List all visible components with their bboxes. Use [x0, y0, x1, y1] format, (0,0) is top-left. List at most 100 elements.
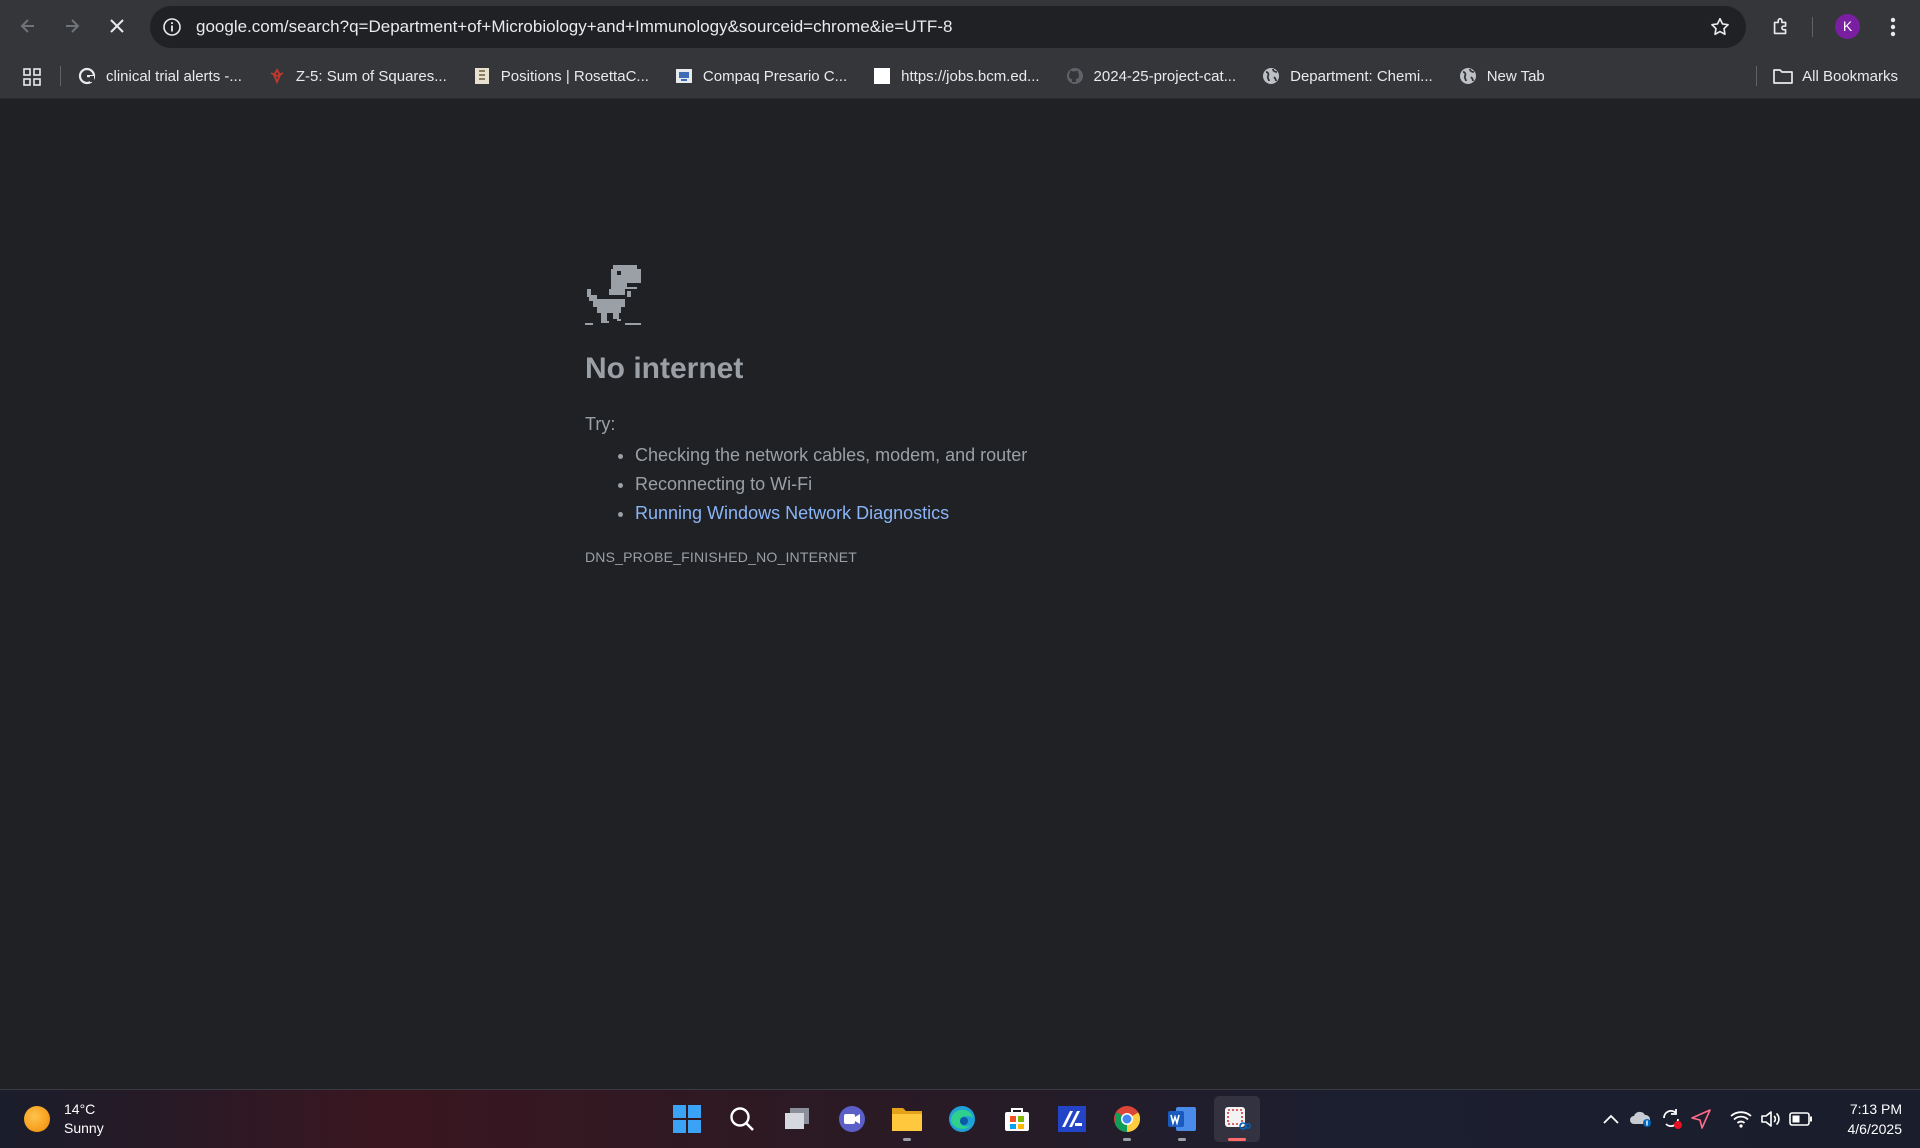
url-text[interactable]: google.com/search?q=Department+of+Microb… [196, 6, 952, 48]
system-tray [1598, 1106, 1818, 1132]
sun-icon [24, 1106, 50, 1132]
bookmark-item[interactable]: clinical trial alerts -... [78, 60, 252, 92]
windows-taskbar: 14°C Sunny 7:13 PM 4/6/2025 [0, 1089, 1920, 1148]
snipping-tool-button[interactable] [1214, 1096, 1260, 1142]
folder-icon [1773, 69, 1793, 84]
chrome-menu-button[interactable] [1880, 12, 1906, 42]
bookmarks-separator [1756, 66, 1757, 86]
bookmark-item[interactable]: New Tab [1459, 60, 1555, 92]
all-bookmarks-button[interactable]: All Bookmarks [1772, 60, 1898, 92]
running-indicator [903, 1138, 911, 1141]
suggestion-item: Reconnecting to Wi-Fi [635, 470, 1385, 499]
globe-icon [1262, 67, 1280, 85]
document-icon [675, 67, 693, 85]
arrow-left-icon [20, 19, 34, 33]
kebab-menu-icon [1890, 17, 1896, 37]
bookmarks-separator [60, 66, 61, 86]
globe-icon [1459, 67, 1477, 85]
cloud-icon [1630, 1111, 1651, 1127]
system-clock[interactable]: 7:13 PM 4/6/2025 [1848, 1099, 1903, 1139]
meet-button[interactable] [829, 1096, 875, 1142]
suggestion-item: Checking the network cables, modem, and … [635, 441, 1385, 470]
all-bookmarks-label: All Bookmarks [1802, 67, 1898, 85]
word-button[interactable] [1159, 1096, 1205, 1142]
profile-avatar[interactable]: K [1835, 14, 1860, 39]
offline-error-page: No internet Try: Checking the network ca… [585, 265, 1385, 565]
bookmark-item[interactable]: 2024-25-project-cat... [1066, 60, 1247, 92]
apps-grid-icon [23, 68, 41, 86]
extensions-button[interactable] [1766, 12, 1796, 42]
rosetta-icon [473, 67, 491, 85]
task-view-icon [785, 1108, 809, 1129]
chrome-button[interactable] [1104, 1096, 1150, 1142]
error-code: DNS_PROBE_FINISHED_NO_INTERNET [585, 549, 858, 565]
onedrive-tray-button[interactable] [1628, 1106, 1654, 1132]
bookmark-label: 2024-25-project-cat... [1093, 67, 1237, 85]
bookmark-item[interactable]: https://jobs.bcm.ed... [873, 60, 1049, 92]
error-title: No internet [585, 352, 744, 385]
network-diagnostics-link[interactable]: Running Windows Network Diagnostics [635, 503, 949, 523]
back-button[interactable] [12, 10, 44, 42]
dinosaur-icon[interactable] [585, 265, 641, 327]
snipping-tool-icon [1225, 1107, 1251, 1130]
bookmark-label: Department: Chemi... [1290, 67, 1433, 85]
chrome-icon [1114, 1106, 1141, 1133]
file-explorer-button[interactable] [884, 1096, 930, 1142]
address-bar[interactable]: google.com/search?q=Department+of+Microb… [150, 6, 1746, 48]
taskbar-apps [664, 1096, 1269, 1142]
try-label: Try: [585, 414, 616, 434]
clock-date: 4/6/2025 [1847, 1121, 1903, 1137]
site-info-button[interactable] [160, 15, 184, 39]
suggestion-list: Checking the network cables, modem, and … [585, 441, 1385, 528]
show-hidden-icons-button[interactable] [1598, 1106, 1624, 1132]
app-icon [1058, 1106, 1086, 1132]
speaker-icon [1761, 1111, 1780, 1127]
bookmark-list: clinical trial alerts -... Z-5: Sum of S… [78, 54, 1571, 98]
bookmark-item[interactable]: Department: Chemi... [1262, 60, 1443, 92]
start-button[interactable] [664, 1096, 710, 1142]
store-icon [1005, 1108, 1029, 1131]
volume-tray-button[interactable] [1758, 1106, 1784, 1132]
chevron-up-icon [1603, 1114, 1619, 1124]
stop-loading-button[interactable] [101, 10, 133, 42]
file-explorer-icon [892, 1108, 922, 1131]
bookmarks-bar: clinical trial alerts -... Z-5: Sum of S… [0, 54, 1920, 99]
forward-button[interactable] [56, 10, 88, 42]
toolbar-divider [1812, 17, 1813, 37]
store-button[interactable] [994, 1096, 1040, 1142]
sync-icon [1663, 1109, 1682, 1129]
bookmark-label: Z-5: Sum of Squares... [295, 67, 447, 85]
arrow-right-icon [66, 19, 80, 33]
word-icon [1168, 1107, 1196, 1131]
meet-icon [839, 1106, 865, 1132]
wifi-tray-button[interactable] [1728, 1106, 1754, 1132]
github-icon [1066, 67, 1084, 85]
puzzle-icon [1773, 17, 1787, 35]
apps-shortcut-button[interactable] [20, 65, 44, 89]
sync-tray-button[interactable] [1658, 1106, 1684, 1132]
edge-icon [949, 1106, 975, 1132]
bookmark-label: Positions | RosettaC... [500, 67, 649, 85]
close-icon [110, 19, 124, 33]
running-indicator [1123, 1138, 1131, 1141]
bookmark-item[interactable]: Compaq Presario C... [675, 60, 857, 92]
battery-icon [1789, 1112, 1812, 1126]
active-indicator [1228, 1138, 1246, 1141]
weather-widget[interactable]: 14°C Sunny [24, 1100, 104, 1138]
blank-page-icon [873, 67, 891, 85]
weather-condition: Sunny [64, 1120, 104, 1136]
app-button[interactable] [1049, 1096, 1095, 1142]
bookmark-item[interactable]: Z-5: Sum of Squares... [268, 60, 457, 92]
battery-tray-button[interactable] [1788, 1106, 1814, 1132]
bookmark-star-button[interactable] [1708, 15, 1732, 39]
edge-button[interactable] [939, 1096, 985, 1142]
bookmark-label: https://jobs.bcm.ed... [901, 67, 1040, 85]
bookmark-item[interactable]: Positions | RosettaC... [473, 60, 659, 92]
task-view-button[interactable] [774, 1096, 820, 1142]
taskbar-search-button[interactable] [719, 1096, 765, 1142]
windows-start-icon [673, 1105, 701, 1133]
weather-temperature: 14°C [64, 1101, 96, 1117]
location-tray-button[interactable] [1688, 1106, 1714, 1132]
browser-toolbar: google.com/search?q=Department+of+Microb… [0, 0, 1920, 54]
wifi-icon [1730, 1111, 1752, 1128]
